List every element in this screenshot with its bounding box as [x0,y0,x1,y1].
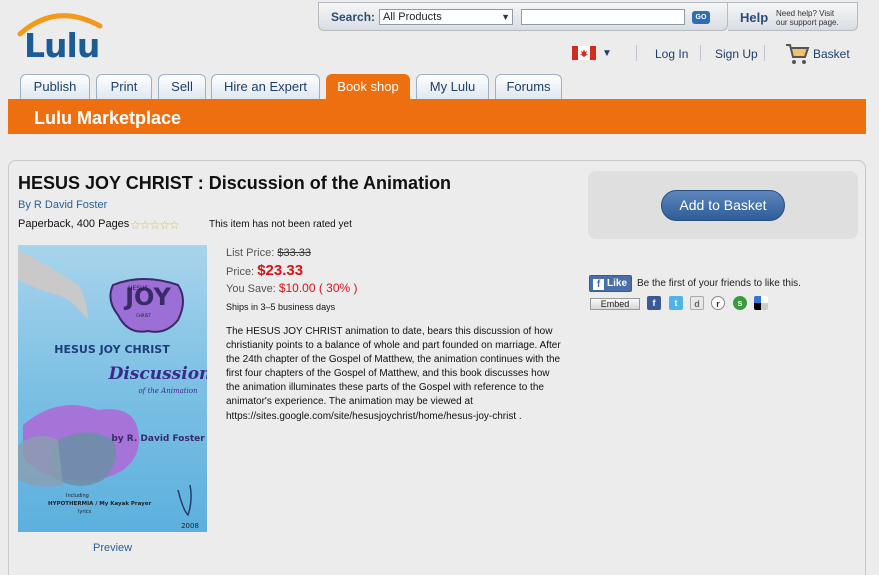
save-value: $10.00 ( 30% ) [278,281,358,295]
help-text[interactable]: Need help? Visit our support page. [776,9,839,27]
cover-hesus: HESUS [128,285,149,292]
like-label: Like [607,278,628,289]
help-box[interactable]: Help Need help? Visit our support page. [728,2,858,31]
help-text-line1: Need help? Visit [776,9,835,18]
section-title: Lulu Marketplace [34,108,182,128]
list-price-value: $33.33 [277,247,312,259]
cart-icon[interactable] [784,42,810,66]
search-label: Search: [331,10,376,24]
tab-my-lulu[interactable]: My Lulu [416,74,489,100]
save-label: You Save: [226,283,276,295]
login-link[interactable]: Log In [655,47,688,61]
price-label: Price: [226,266,255,278]
facebook-like-button[interactable]: f Like [589,275,632,292]
lulu-logo[interactable]: Lulu [14,8,104,65]
price-value: $23.33 [257,262,304,279]
divider [636,45,637,61]
stumbleupon-icon[interactable]: s [733,296,747,310]
embed-button[interactable]: Embed [590,298,640,310]
cover-subtitle: of the Animation [138,387,198,395]
cover-discussion: Discussion [108,364,207,384]
digg-icon[interactable]: d [690,296,704,310]
rating-stars[interactable]: ☆☆☆☆☆ [130,218,180,232]
basket-link[interactable]: Basket [813,47,850,61]
signup-link[interactable]: Sign Up [715,47,758,61]
product-description: The HESUS JOY CHRIST animation to date, … [226,326,561,422]
savings-row: You Save: $10.00 ( 30% ) [226,281,358,295]
search-bar: Search: All Products ▼ GO [318,2,728,31]
list-price-row: List Price: $33.33 [226,247,311,259]
canada-flag-icon[interactable] [572,46,596,60]
help-title[interactable]: Help [740,10,768,25]
add-to-basket-button[interactable]: Add to Basket [661,190,785,221]
facebook-share-icon[interactable]: f [647,296,661,310]
author-link[interactable]: By R David Foster [18,199,107,211]
product-title: HESUS JOY CHRIST : Discussion of the Ani… [18,173,452,193]
section-header: Lulu Marketplace [8,99,866,134]
cover-extra: HYPOTHERMIA / My Kayak Prayer [48,501,152,507]
tab-publish[interactable]: Publish [20,74,90,100]
cover-author: by R. David Foster [111,434,205,444]
cover-including: Including [66,493,89,499]
divider [764,45,765,61]
search-go-button[interactable]: GO [692,11,710,24]
twitter-icon[interactable]: t [669,296,683,310]
search-category-value: All Products [383,11,442,23]
preview-link[interactable]: Preview [93,542,132,554]
reddit-icon[interactable]: r [711,296,725,310]
tab-sell[interactable]: Sell [158,74,206,100]
tab-forums[interactable]: Forums [495,74,562,100]
chevron-down-icon: ▼ [501,12,510,22]
like-text: Be the first of your friends to like thi… [637,278,801,289]
chevron-down-icon[interactable]: ▼ [602,48,612,59]
book-cover-image[interactable]: JOY HESUS CHRIST HESUS JOY CHRIST Discus… [18,245,207,532]
search-category-select[interactable]: All Products ▼ [379,9,513,25]
tab-book-shop[interactable]: Book shop [326,74,410,101]
delicious-icon[interactable] [754,296,768,310]
shipping-text: Ships in 3–5 business days [226,302,336,312]
price-row: Price: $23.33 [226,262,303,279]
tab-hire-an-expert[interactable]: Hire an Expert [211,74,320,100]
divider [700,45,701,61]
list-price-label: List Price: [226,247,275,259]
logo-text: Lulu [24,26,100,65]
cover-lyrics: lyrics [78,509,92,515]
cover-year: 2008 [181,522,199,530]
search-input[interactable] [521,9,685,25]
rating-text: This item has not been rated yet [209,219,352,230]
cover-name: HESUS JOY CHRIST [54,343,170,356]
facebook-icon: f [593,279,604,290]
help-text-line2: our support page. [776,18,839,27]
product-format: Paperback, 400 Pages [18,218,130,230]
cover-christ-small: CHRIST [136,313,151,318]
tab-print[interactable]: Print [96,74,152,100]
